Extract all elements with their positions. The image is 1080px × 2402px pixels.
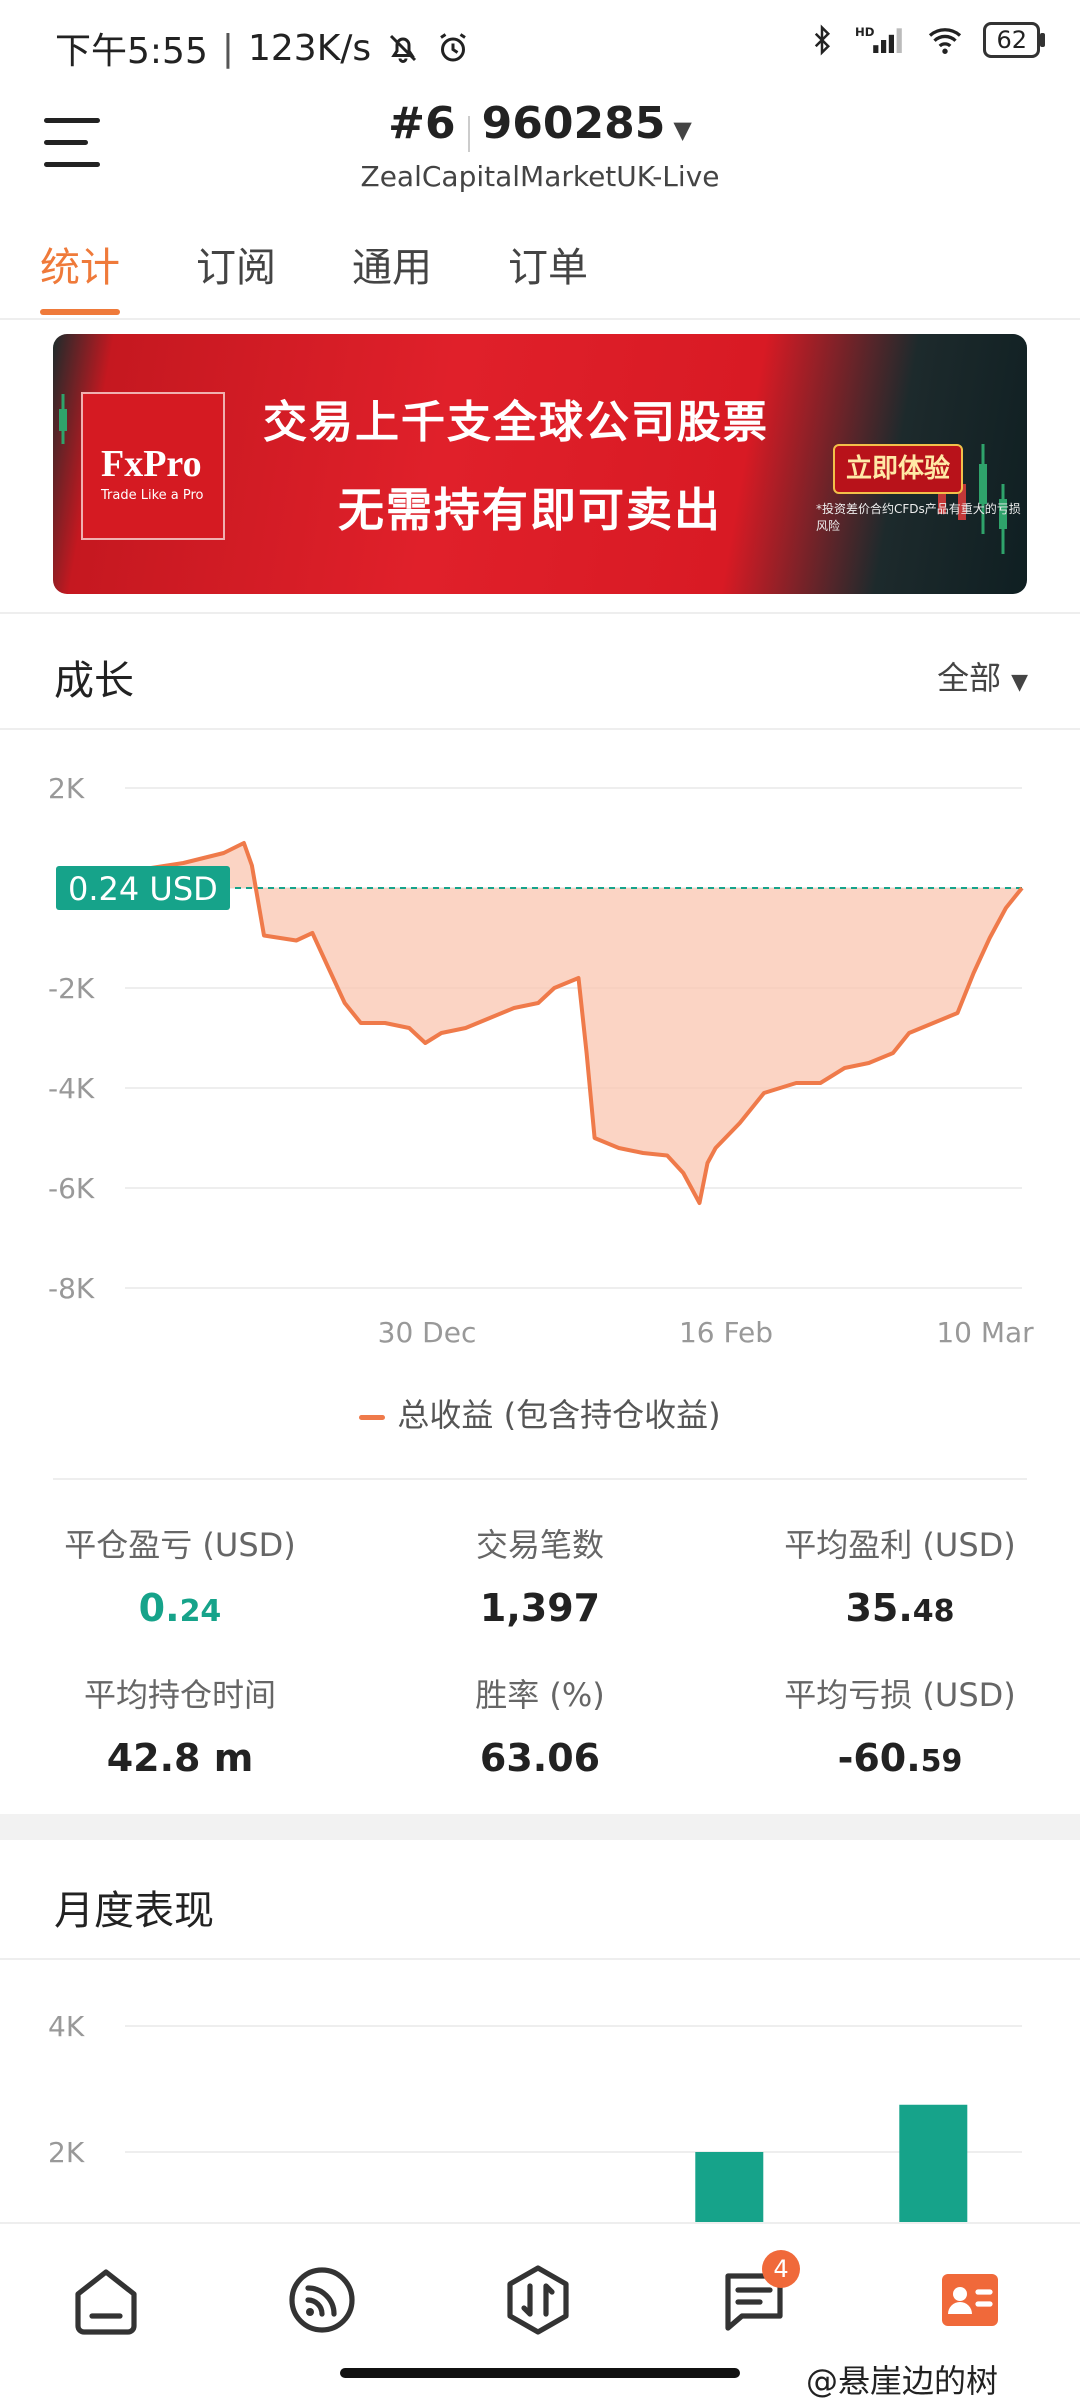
stat-value: 35.48 [845, 1586, 955, 1630]
chevron-down-icon: ▼ [1011, 670, 1028, 695]
bluetooth-icon [815, 24, 831, 56]
growth-area-fill [135, 843, 1022, 1203]
nav-home[interactable] [66, 2260, 146, 2340]
watermark: @悬崖边的树 [806, 2362, 999, 2400]
chart-x-ticks: 30 Dec 16 Feb 10 Mar [378, 1316, 1035, 1349]
y-tick-label: -2K [48, 972, 95, 1005]
growth-period-value: 全部 [937, 659, 1002, 697]
section-divider [0, 612, 1080, 614]
stat-label: 平均亏损 (USD) [784, 1676, 1016, 1714]
x-tick-label: 16 Feb [679, 1316, 773, 1349]
tab-divider [0, 318, 1080, 320]
logo-tagline: Trade Like a Pro [101, 488, 204, 503]
signals-icon [289, 2267, 355, 2333]
stat-closed-pnl: 平仓盈亏 (USD) 0.24 [0, 1520, 360, 1630]
home-indicator[interactable] [340, 2368, 740, 2378]
status-left: 下午5:55 | 123K/s [55, 22, 471, 74]
monthly-bar[interactable] [695, 2152, 764, 2222]
stat-value: -60.59 [837, 1736, 963, 1780]
tab-general[interactable]: 通用 [352, 235, 432, 315]
status-time: 下午5:55 [55, 31, 208, 72]
nav-messages[interactable]: 4 [714, 2250, 800, 2340]
section-divider [0, 728, 1080, 730]
account-index: #6 [388, 98, 456, 149]
banner-headline: 交易上千支全球公司股票 [263, 397, 769, 448]
chart-y-ticks: 2K -2K -4K -6K -8K [48, 772, 95, 1305]
current-value-text: 0.24 USD [68, 870, 218, 908]
stat-value: 0.24 [138, 1586, 222, 1630]
chevron-down-icon: ▼ [673, 116, 692, 144]
wifi-icon [929, 28, 962, 54]
growth-chart[interactable]: 2K -2K -4K -6K -8K 30 Dec 16 Feb 10 Mar 0.24 U… [0, 740, 1080, 1360]
banner-disclaimer: *投资差价合约CFDs产品有重大的亏损风险 [816, 502, 1021, 533]
mute-bell-icon [390, 34, 417, 63]
current-value-label: 0.24 USD [56, 866, 230, 910]
status-right: HD 62 [807, 22, 1045, 58]
nav-profile[interactable] [930, 2260, 1010, 2340]
x-tick-label: 10 Mar [936, 1316, 1034, 1349]
profile-icon [942, 2274, 998, 2326]
stat-avg-hold-time: 平均持仓时间 42.8 m [0, 1670, 360, 1780]
stat-win-rate: 胜率 (%) 63.06 [360, 1670, 720, 1780]
monthly-chart[interactable]: 4K 2K [0, 1980, 1080, 2222]
monthly-bar[interactable] [899, 2104, 968, 2222]
account-number: 960285 [481, 98, 666, 149]
stat-value: 42.8 m [106, 1736, 254, 1780]
alarm-icon [440, 33, 467, 62]
section-gap [0, 1814, 1080, 1840]
logo-brand: FxPro [101, 443, 202, 485]
nav-signals[interactable] [282, 2260, 362, 2340]
stat-value: 63.06 [479, 1736, 601, 1780]
legend-label: 总收益 (包含持仓收益) [397, 1396, 721, 1434]
server-name: ZealCapitalMarketUK-Live [360, 159, 720, 193]
hd-signal-icon: HD [855, 25, 903, 53]
status-bar: 下午5:55 | 123K/s HD 62 [0, 0, 1080, 90]
stat-avg-profit: 平均盈利 (USD) 35.48 [720, 1520, 1080, 1630]
tab-bar: 统计 订阅 通用 订单 [40, 235, 588, 315]
y-tick-label: 2K [48, 2136, 85, 2169]
growth-period-dropdown[interactable]: 全部 ▼ [937, 653, 1028, 699]
stat-value: 1,397 [479, 1586, 601, 1630]
stat-label: 平均盈利 (USD) [784, 1526, 1016, 1564]
legend-swatch [359, 1414, 386, 1420]
stat-avg-loss: 平均亏损 (USD) -60.59 [720, 1670, 1080, 1780]
account-selector[interactable]: #6 960285 ▼ ZealCapitalMarketUK-Live [0, 98, 1080, 193]
svg-text:HD: HD [855, 25, 875, 39]
banner-cta-button[interactable]: 立即体验 [833, 444, 963, 494]
messages-badge: 4 [762, 2250, 800, 2288]
y-tick-label: 4K [48, 2010, 85, 2043]
tab-statistics[interactable]: 统计 [40, 235, 120, 315]
stat-label: 平均持仓时间 [83, 1676, 276, 1714]
ad-banner[interactable]: FxPro Trade Like a Pro 交易上千支全球公司股票 无需持有即… [53, 334, 1027, 594]
trade-icon [507, 2265, 569, 2335]
tab-orders[interactable]: 订单 [508, 235, 588, 315]
section-divider [0, 1958, 1080, 1960]
tab-subscriptions[interactable]: 订阅 [196, 235, 276, 315]
x-tick-label: 30 Dec [378, 1316, 477, 1349]
banner-subheadline: 无需持有即可卖出 [338, 483, 722, 537]
y-tick-label: -6K [48, 1172, 95, 1205]
stat-label: 胜率 (%) [475, 1676, 605, 1714]
nav-trade[interactable] [498, 2260, 578, 2340]
monthly-bars [695, 2104, 968, 2222]
chart-legend: 总收益 (包含持仓收益) [0, 1390, 1080, 1436]
y-tick-label: 2K [48, 772, 85, 805]
status-divider: | [221, 27, 234, 69]
stat-label: 平仓盈亏 (USD) [64, 1526, 296, 1564]
battery-icon: 62 [983, 22, 1045, 58]
fxpro-logo: FxPro Trade Like a Pro [81, 392, 225, 540]
growth-title: 成长 [54, 658, 134, 704]
network-speed: 123K/s [247, 27, 372, 69]
account-separator [467, 115, 470, 152]
monthly-grid: 4K 2K [48, 2010, 1022, 2169]
stat-trade-count: 交易笔数 1,397 [360, 1520, 720, 1630]
y-tick-label: -4K [48, 1072, 95, 1105]
y-tick-label: -8K [48, 1272, 95, 1305]
stat-label: 交易笔数 [475, 1526, 604, 1564]
monthly-title: 月度表现 [54, 1888, 214, 1934]
section-divider [53, 1478, 1027, 1480]
home-icon [75, 2269, 137, 2335]
